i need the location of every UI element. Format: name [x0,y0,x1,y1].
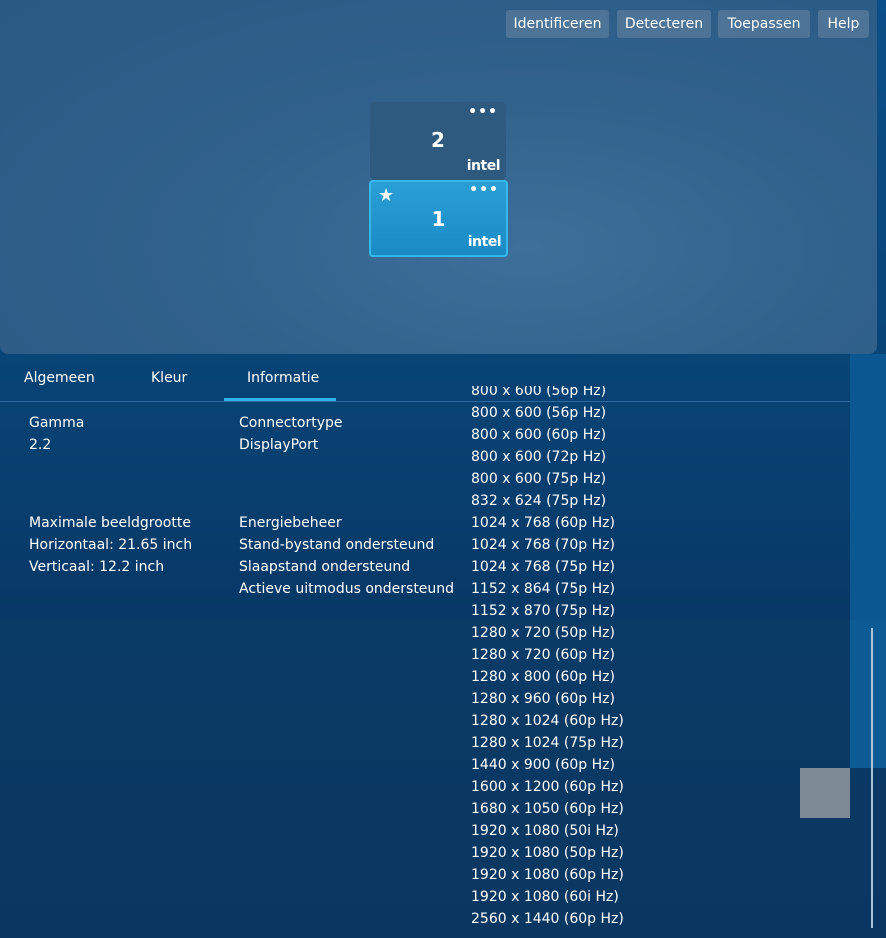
list-item: 1280 x 800 (60p Hz) [471,669,615,685]
gamma-label: Gamma [29,415,85,431]
list-item: 800 x 600 (56p Hz) [471,405,607,421]
display-modes-scroll-content: 800 x 600 (56p Hz) 800 x 600 (56p Hz) 80… [471,386,624,930]
display-1-tile[interactable]: ★ ••• 1 intel [369,180,508,257]
display-2-number: 2 [431,128,445,152]
intel-logo-icon: intel [466,158,501,174]
list-item: 1280 x 720 (60p Hz) [471,647,615,663]
display-arrangement-panel: Identificeren Detecteren Toepassen Help … [0,0,877,354]
list-item: 1680 x 1050 (60p Hz) [471,801,624,817]
power-label: Energiebeheer [239,515,342,531]
identify-button[interactable]: Identificeren [506,10,609,38]
list-item: 832 x 624 (75p Hz) [471,493,607,509]
list-item: 1280 x 720 (50p Hz) [471,625,615,641]
apply-button[interactable]: Toepassen [718,10,810,38]
scrollbar-track[interactable] [871,628,873,928]
tab-general[interactable]: Algemeen [24,370,95,386]
display-1-number: 1 [431,207,446,231]
gamma-value: 2.2 [29,437,52,453]
list-item: 800 x 600 (72p Hz) [471,449,607,465]
max-size-vertical: Verticaal: 12.2 inch [29,559,165,575]
list-item: 1280 x 1024 (60p Hz) [471,713,624,729]
list-item: 800 x 600 (60p Hz) [471,427,607,443]
display-1-more-icon[interactable]: ••• [469,182,499,198]
help-button[interactable]: Help [818,10,869,38]
connector-label: Connectortype [239,415,343,431]
list-item: 800 x 600 (75p Hz) [471,471,607,487]
list-item: 800 x 600 (56p Hz) [471,386,607,399]
list-item: 1024 x 768 (75p Hz) [471,559,615,575]
list-item: 1920 x 1080 (60p Hz) [471,867,624,883]
display-2-tile[interactable]: ••• 2 intel [370,102,506,180]
list-item: 1152 x 870 (75p Hz) [471,603,615,619]
list-item: 1600 x 1200 (60p Hz) [471,779,624,795]
display-modes-list[interactable]: 800 x 600 (56p Hz) 800 x 600 (56p Hz) 80… [471,386,671,938]
primary-star-icon: ★ [378,185,395,206]
list-item: 1152 x 864 (75p Hz) [471,581,615,597]
intel-logo-icon: intel [467,234,502,250]
list-item: 1920 x 1080 (60i Hz) [471,889,619,905]
tab-divider [0,401,850,402]
display-2-more-icon[interactable]: ••• [468,104,498,120]
side-strip-lower [850,620,886,768]
active-tab-indicator [224,398,336,401]
side-strip [850,354,886,620]
list-item: 1920 x 1080 (50i Hz) [471,823,619,839]
connector-value: DisplayPort [239,437,319,453]
list-item: 1024 x 768 (70p Hz) [471,537,615,553]
max-size-label: Maximale beeldgrootte [29,515,191,531]
tab-color[interactable]: Kleur [151,370,187,386]
list-item: 1024 x 768 (60p Hz) [471,515,615,531]
list-item: 1440 x 900 (60p Hz) [471,757,615,773]
list-item: 2560 x 1440 (60p Hz) [471,911,624,927]
tab-information[interactable]: Informatie [247,370,319,386]
max-size-horizontal: Horizontaal: 21.65 inch [29,537,193,553]
list-item: 1920 x 1080 (50p Hz) [471,845,624,861]
list-item: 1280 x 960 (60p Hz) [471,691,615,707]
background-lower-band [0,620,886,938]
power-active-off: Actieve uitmodus ondersteund [239,581,455,597]
power-standby: Stand-bystand ondersteund [239,537,435,553]
detect-button[interactable]: Detecteren [617,10,711,38]
list-item: 1280 x 1024 (75p Hz) [471,735,624,751]
scrollbar-thumb[interactable] [800,768,850,818]
power-sleep: Slaapstand ondersteund [239,559,411,575]
